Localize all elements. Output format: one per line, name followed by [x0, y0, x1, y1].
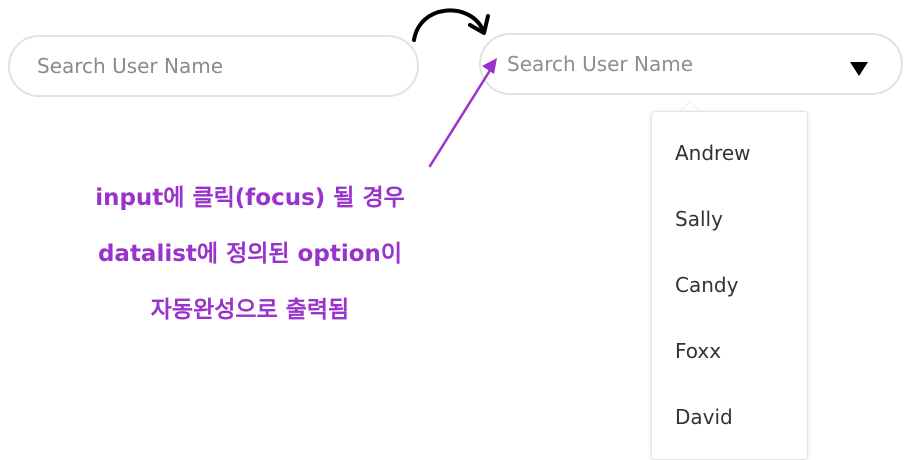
curved-arrow-icon [412, 8, 490, 42]
pointer-arrow-icon [428, 58, 497, 168]
arrows-overlay [412, 8, 497, 168]
